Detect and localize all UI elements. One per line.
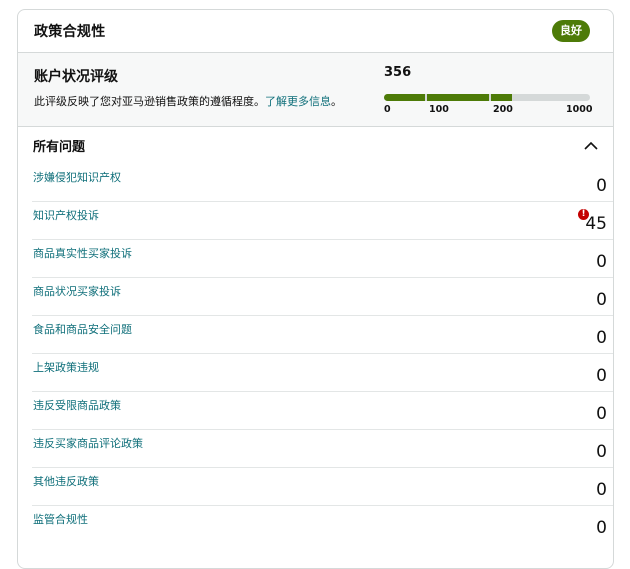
issue-link[interactable]: 违反买家商品评论政策 — [33, 435, 143, 451]
issue-count: 0 — [596, 442, 607, 462]
issue-link[interactable]: 食品和商品安全问题 — [33, 321, 132, 337]
list-item: 商品真实性买家投诉 0 — [32, 239, 613, 277]
rating-description-text: 此评级反映了您对亚马逊销售政策的遵循程度。 — [34, 95, 265, 108]
policy-compliance-card: 政策合规性 良好 账户状况评级 此评级反映了您对亚马逊销售政策的遵循程度。了解更… — [17, 9, 614, 569]
list-item: 违反受限商品政策 0 — [32, 391, 613, 429]
issue-link[interactable]: 商品状况买家投诉 — [33, 283, 121, 299]
issue-count: 0 — [596, 366, 607, 386]
issue-link[interactable]: 商品真实性买家投诉 — [33, 245, 132, 261]
section-title: 所有问题 — [33, 140, 86, 155]
issue-count: 0 — [596, 518, 607, 538]
rating-description: 此评级反映了您对亚马逊销售政策的遵循程度。了解更多信息。 — [34, 93, 342, 109]
list-item: 涉嫌侵犯知识产权 0 — [32, 164, 613, 201]
issue-link[interactable]: 其他违反政策 — [33, 473, 99, 489]
list-item: 上架政策违规 0 — [32, 353, 613, 391]
bar-segment-3 — [491, 94, 512, 101]
issue-count: 0 — [596, 176, 607, 196]
rating-description-end: 。 — [331, 95, 342, 108]
issue-link[interactable]: 违反受限商品政策 — [33, 397, 121, 413]
issue-count: 0 — [596, 480, 607, 500]
issues-list: 涉嫌侵犯知识产权 0 知识产权投诉! 45 商品真实性买家投诉 0 商品状况买家投诉 0… — [18, 164, 613, 543]
bar-segment-2 — [427, 94, 489, 101]
card-header: 政策合规性 良好 — [18, 10, 613, 53]
issue-count: 0 — [596, 290, 607, 310]
tick-label-1000: 1000 — [566, 104, 593, 115]
tick-label-100: 100 — [429, 104, 449, 115]
learn-more-link[interactable]: 了解更多信息 — [265, 95, 331, 108]
list-item: 其他违反政策 0 — [32, 467, 613, 505]
list-item: 违反买家商品评论政策 0 — [32, 429, 613, 467]
status-badge: 良好 — [552, 20, 590, 42]
issue-link[interactable]: 监管合规性 — [33, 511, 88, 527]
all-issues-header[interactable]: 所有问题 — [18, 127, 613, 164]
issue-link[interactable]: 知识产权投诉 — [33, 207, 99, 223]
rating-info: 账户状况评级 此评级反映了您对亚马逊销售政策的遵循程度。了解更多信息。 — [34, 67, 342, 109]
bar-segment-1 — [384, 94, 425, 101]
issue-count: 0 — [596, 328, 607, 348]
chevron-up-icon[interactable] — [579, 134, 603, 158]
issue-count: 45 — [585, 214, 607, 234]
tick-label-200: 200 — [493, 104, 513, 115]
card-title: 政策合规性 — [34, 24, 106, 40]
issue-link[interactable]: 涉嫌侵犯知识产权 — [33, 169, 121, 185]
issue-link[interactable]: 上架政策违规 — [33, 359, 99, 375]
list-item: 知识产权投诉! 45 — [32, 201, 613, 239]
rating-progress-bar — [384, 94, 590, 101]
rating-heading: 账户状况评级 — [34, 69, 118, 85]
list-item: 食品和商品安全问题 0 — [32, 315, 613, 353]
tick-label-0: 0 — [384, 104, 391, 115]
list-item: 商品状况买家投诉 0 — [32, 277, 613, 315]
rating-score: 356 — [384, 65, 412, 80]
issue-count: 0 — [596, 252, 607, 272]
account-health-rating: 账户状况评级 此评级反映了您对亚马逊销售政策的遵循程度。了解更多信息。 356 … — [18, 53, 613, 127]
list-item: 监管合规性 0 — [32, 505, 613, 543]
issue-count: 0 — [596, 404, 607, 424]
